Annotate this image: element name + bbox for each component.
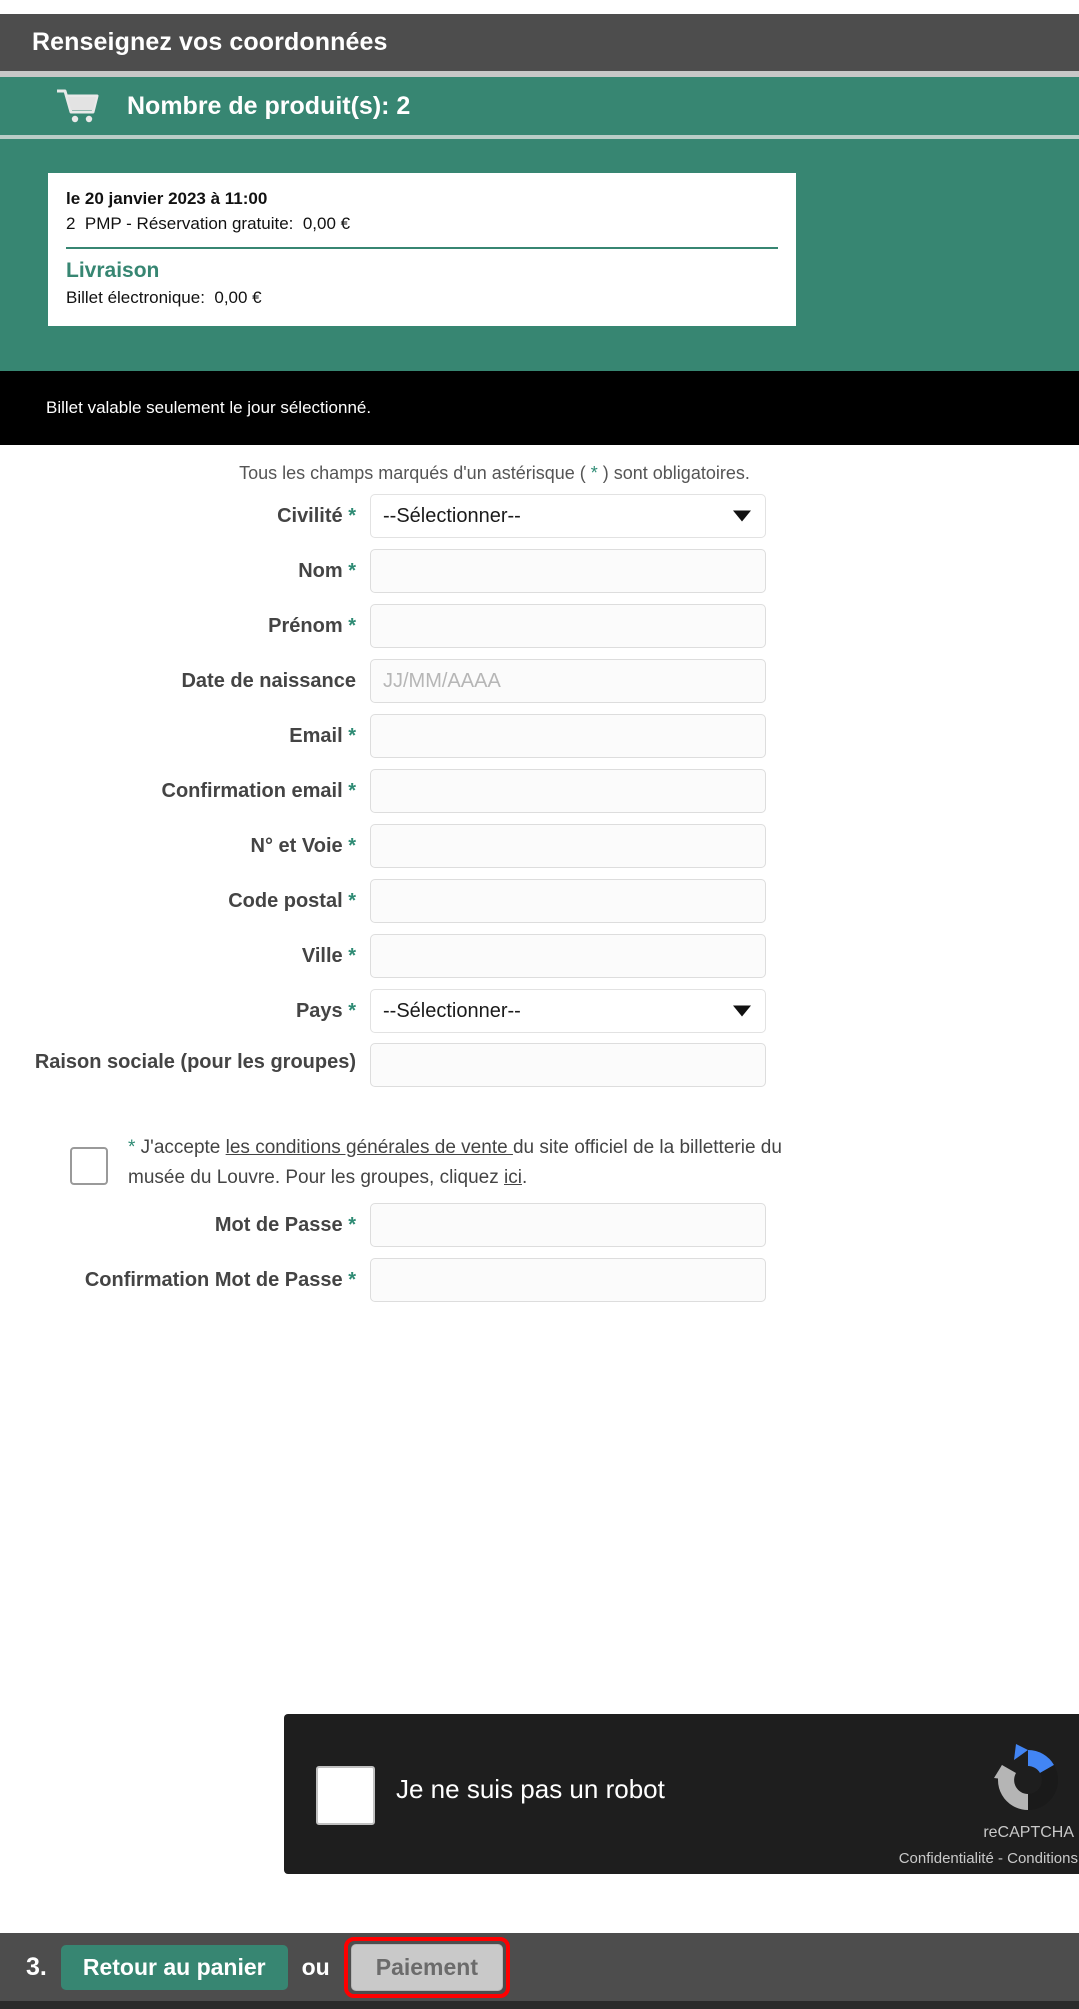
field-row: Prénom * (0, 603, 1079, 649)
field-row: Email * (0, 713, 1079, 759)
terms-part1: J'accepte (135, 1137, 226, 1158)
recaptcha-brand-text: reCAPTCHA (983, 1824, 1074, 1841)
input-date-de-naissance[interactable] (370, 659, 766, 703)
terms-conditions-link[interactable]: les conditions générales de vente (226, 1137, 513, 1158)
required-asterisk: * (348, 615, 356, 637)
field-label-nom: Nom * (298, 560, 356, 582)
required-fields-note: Tous les champs marqués d'un astérisque … (0, 445, 1079, 484)
recaptcha-checkbox[interactable] (316, 1766, 375, 1825)
recaptcha-policy-links[interactable]: Confidentialité - Conditions (899, 1850, 1078, 1867)
terms-text: * J'accepte les conditions générales de … (128, 1133, 788, 1193)
field-row: Nom * (0, 548, 1079, 594)
chevron-down-icon (733, 510, 751, 522)
field-row: Confirmation Mot de Passe * (0, 1257, 1079, 1303)
customer-details-form: Tous les champs marqués d'un astérisque … (0, 445, 1079, 1303)
recaptcha-label: Je ne suis pas un robot (396, 1774, 665, 1804)
input-mot-de-passe[interactable] (370, 1203, 766, 1247)
back-to-cart-button[interactable]: Retour au panier (60, 1944, 288, 1990)
field-label-code-postal: Code postal * (228, 890, 356, 912)
payment-button-highlight: Paiement (343, 1936, 510, 1998)
terms-part3: . (521, 1167, 528, 1188)
page-header: Renseignez vos coordonnées (0, 14, 1079, 71)
field-label-pays: Pays * (295, 1000, 356, 1022)
field-row: Ville * (0, 933, 1079, 979)
form-fields-container: Civilité * --Sélectionner-- Nom * Prénom * D… (0, 493, 1079, 1111)
field-label-pr-nom: Prénom * (268, 615, 356, 637)
required-asterisk: * (348, 1214, 356, 1236)
groups-link[interactable]: ici (504, 1167, 522, 1188)
field-row: Civilité * --Sélectionner-- (0, 493, 1079, 539)
shopping-cart-icon (55, 88, 99, 124)
required-asterisk: * (348, 835, 356, 857)
cart-delivery-title: Livraison (66, 259, 160, 282)
input-confirmation-email[interactable] (370, 769, 766, 813)
payment-button[interactable]: Paiement (350, 1943, 503, 1991)
field-row: Date de naissance (0, 658, 1079, 704)
field-label-email: Email * (289, 725, 356, 747)
footer-or-label: ou (301, 1953, 330, 1980)
field-row: Code postal * (0, 878, 1079, 924)
required-asterisk: * (348, 945, 356, 967)
cart-delivery-line: Billet électronique: 0,00 € (66, 288, 262, 307)
input-code-postal[interactable] (370, 879, 766, 923)
chevron-down-icon (733, 1005, 751, 1017)
cart-header: Nombre de produit(s): 2 (0, 77, 1079, 139)
field-label-confirmation-mot-de-passe: Confirmation Mot de Passe * (84, 1269, 356, 1291)
select-value: --Sélectionner-- (383, 999, 521, 1022)
required-note-after: ) sont obligatoires. (597, 463, 750, 483)
cart-summary-panel: Nombre de produit(s): 2 le 20 janvier 20… (0, 77, 1079, 422)
page-title: Renseignez vos coordonnées (32, 28, 388, 56)
field-label-raison-sociale-pour-les-groupes: Raison sociale (pour les groupes) (34, 1051, 356, 1073)
terms-checkbox[interactable] (70, 1147, 108, 1185)
field-row: Pays * --Sélectionner-- (0, 988, 1079, 1034)
terms-acceptance-row: * J'accepte les conditions générales de … (0, 1133, 1079, 1193)
required-asterisk: * (348, 1269, 356, 1291)
field-label-mot-de-passe: Mot de Passe * (214, 1214, 356, 1236)
select-value: --Sélectionner-- (383, 504, 521, 527)
step-number: 3. (26, 1952, 47, 1981)
required-note-before: Tous les champs marqués d'un astérisque … (239, 463, 591, 483)
field-label-civilit: Civilité * (277, 505, 356, 527)
recaptcha-logo-icon (990, 1742, 1066, 1818)
required-asterisk: * (348, 560, 356, 582)
cart-session-date: le 20 janvier 2023 à 11:00 (66, 189, 268, 208)
select-pays[interactable]: --Sélectionner-- (370, 989, 766, 1033)
ticket-validity-text: Billet valable seulement le jour sélecti… (46, 398, 372, 417)
required-asterisk: * (348, 1000, 356, 1022)
recaptcha-widget[interactable]: Je ne suis pas un robot reCAPTCHA Confid… (284, 1714, 1079, 1874)
input-nom[interactable] (370, 549, 766, 593)
footer-bottom-strip (0, 2001, 1079, 2009)
required-asterisk: * (348, 505, 356, 527)
form-footer: 3. Retour au panier ou Paiement (0, 1933, 1079, 2001)
input-ville[interactable] (370, 934, 766, 978)
input-n-et-voie[interactable] (370, 824, 766, 868)
field-label-ville: Ville * (301, 945, 356, 967)
cart-separator (66, 247, 778, 249)
required-asterisk: * (348, 780, 356, 802)
select-civilit-[interactable]: --Sélectionner-- (370, 494, 766, 538)
input-confirmation-mot-de-passe[interactable] (370, 1258, 766, 1302)
input-pr-nom[interactable] (370, 604, 766, 648)
required-asterisk: * (348, 725, 356, 747)
cart-details-card: le 20 janvier 2023 à 11:00 2 PMP - Réser… (48, 173, 796, 326)
password-fields-container: Mot de Passe * Confirmation Mot de Passe … (0, 1202, 1079, 1303)
input-raison-sociale-pour-les-groupes[interactable] (370, 1043, 766, 1087)
required-asterisk: * (348, 890, 356, 912)
top-spacer (0, 0, 1079, 14)
field-label-confirmation-email: Confirmation email * (161, 780, 357, 802)
field-row: N° et Voie * (0, 823, 1079, 869)
cart-product-count: Nombre de produit(s): 2 (127, 91, 411, 120)
cart-item-line: 2 PMP - Réservation gratuite: 0,00 € (66, 214, 351, 233)
field-row: Mot de Passe * (0, 1202, 1079, 1248)
field-row: Confirmation email * (0, 768, 1079, 814)
field-row: Raison sociale (pour les groupes) (0, 1043, 1079, 1111)
required-note-asterisk: * (590, 463, 598, 483)
field-label-n-et-voie: N° et Voie * (250, 835, 356, 857)
ticket-validity-notice: Billet valable seulement le jour sélecti… (0, 371, 1079, 445)
input-email[interactable] (370, 714, 766, 758)
field-label-date-de-naissance: Date de naissance (181, 670, 356, 692)
